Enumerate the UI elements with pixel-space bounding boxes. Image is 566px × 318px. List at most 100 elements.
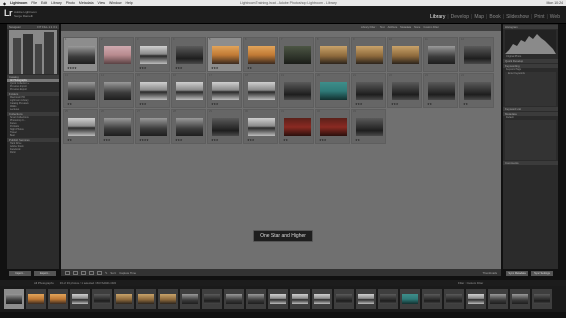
grid-thumbnail[interactable]: 16 bbox=[171, 73, 206, 108]
grid-thumbnail[interactable]: 23 ★★ bbox=[423, 73, 458, 108]
star-rating[interactable]: ★★★ bbox=[175, 66, 182, 70]
filmstrip-thumbnail[interactable] bbox=[136, 289, 156, 309]
filmstrip-thumbnail[interactable] bbox=[290, 289, 310, 309]
sync-metadata-button[interactable]: Sync Metadata bbox=[506, 271, 528, 276]
grid-thumbnail[interactable]: 26 ★★★ bbox=[99, 109, 134, 144]
star-rating[interactable]: ★★★★ bbox=[139, 138, 149, 142]
loupe-view-icon[interactable] bbox=[73, 270, 78, 275]
grid-thumbnail[interactable]: 15 ★★★ bbox=[135, 73, 170, 108]
filmstrip-thumbnail[interactable] bbox=[334, 289, 354, 309]
filmstrip-thumbnail[interactable] bbox=[92, 289, 112, 309]
star-rating[interactable]: ★★ bbox=[67, 102, 72, 106]
grid-thumbnail[interactable]: 13 ★★ bbox=[63, 73, 98, 108]
filmstrip-thumbnail[interactable] bbox=[246, 289, 266, 309]
menu-help[interactable]: Help bbox=[126, 1, 133, 5]
grid-thumbnail[interactable]: 7 bbox=[279, 37, 314, 72]
grid-thumbnail[interactable]: 28 ★★★ bbox=[171, 109, 206, 144]
module-print[interactable]: Print bbox=[534, 14, 544, 20]
survey-view-icon[interactable] bbox=[89, 270, 94, 275]
star-rating[interactable]: ★★★ bbox=[211, 102, 218, 106]
comments-header[interactable]: Comments bbox=[503, 161, 558, 165]
menu-lightroom[interactable]: Lightroom bbox=[10, 1, 27, 5]
module-slideshow[interactable]: Slideshow bbox=[506, 14, 529, 20]
grid-thumbnail[interactable]: 5 ★★★ bbox=[207, 37, 242, 72]
people-view-icon[interactable] bbox=[97, 270, 102, 275]
filmstrip-thumbnail[interactable] bbox=[510, 289, 530, 309]
grid-thumbnail[interactable]: 27 ★★★★ bbox=[135, 109, 170, 144]
filmstrip-thumbnail[interactable] bbox=[48, 289, 68, 309]
star-rating[interactable]: ★★★ bbox=[247, 138, 254, 142]
filmstrip-thumbnail[interactable] bbox=[114, 289, 134, 309]
filter-text[interactable]: Text bbox=[380, 26, 385, 29]
star-rating[interactable]: ★★★ bbox=[391, 102, 398, 106]
grid-thumbnail[interactable]: 17 ★★★ bbox=[207, 73, 242, 108]
custom-filter-dropdown[interactable]: Custom Filter bbox=[423, 26, 438, 29]
star-rating[interactable]: ★★ bbox=[67, 138, 72, 142]
menu-file[interactable]: File bbox=[31, 1, 37, 5]
menu-edit[interactable]: Edit bbox=[41, 1, 47, 5]
filmstrip-thumbnail[interactable] bbox=[378, 289, 398, 309]
filter-metadata[interactable]: Metadata bbox=[400, 26, 411, 29]
grid-thumbnail[interactable]: 11 bbox=[423, 37, 458, 72]
star-rating[interactable]: ★★★ bbox=[211, 66, 218, 70]
filmstrip-thumbnail[interactable] bbox=[466, 289, 486, 309]
sync-settings-button[interactable]: Sync Settings bbox=[531, 271, 553, 276]
grid-thumbnail[interactable]: 24 ★★ bbox=[459, 73, 494, 108]
star-rating[interactable]: ★★★★ bbox=[67, 66, 77, 70]
star-rating[interactable]: ★★★ bbox=[139, 66, 146, 70]
grid-thumbnail[interactable]: 12 bbox=[459, 37, 494, 72]
star-rating[interactable]: ★★ bbox=[427, 102, 432, 106]
filter-attribute[interactable]: Attribute bbox=[388, 26, 398, 29]
grid-thumbnail[interactable]: 32 ★★★ bbox=[315, 109, 350, 144]
filmstrip-thumbnail[interactable] bbox=[202, 289, 222, 309]
filmstrip-thumbnail[interactable] bbox=[158, 289, 178, 309]
menu-metadata[interactable]: Metadata bbox=[79, 1, 94, 5]
quick-develop-header[interactable]: Quick Develop bbox=[503, 59, 558, 63]
grid-thumbnail[interactable]: 9 bbox=[351, 37, 386, 72]
menu-photo[interactable]: Photo bbox=[66, 1, 75, 5]
module-book[interactable]: Book bbox=[489, 14, 500, 20]
navigator-preview[interactable] bbox=[9, 30, 57, 74]
filmstrip-thumbnail[interactable] bbox=[180, 289, 200, 309]
filmstrip-source[interactable]: All Photographs bbox=[34, 281, 54, 285]
star-rating[interactable]: ★★ bbox=[247, 66, 252, 70]
filmstrip-thumbnail[interactable] bbox=[268, 289, 288, 309]
grid-thumbnail[interactable]: 33 ★★ bbox=[351, 109, 386, 144]
grid-thumbnail[interactable]: 4 ★★★ bbox=[171, 37, 206, 72]
publish-row-flickr[interactable]: Flickr bbox=[7, 151, 59, 154]
grid-view-icon[interactable] bbox=[65, 270, 70, 275]
grid-thumbnail[interactable]: 8 bbox=[315, 37, 350, 72]
grid-thumbnail[interactable]: 19 bbox=[279, 73, 314, 108]
star-rating[interactable]: ★★★ bbox=[211, 138, 218, 142]
star-rating[interactable]: ★★★ bbox=[139, 102, 146, 106]
keyword-entry-box[interactable]: Enter Keywords bbox=[505, 72, 556, 106]
menu-window[interactable]: Window bbox=[109, 1, 121, 5]
star-rating[interactable]: ★★★ bbox=[355, 102, 362, 106]
painter-icon[interactable]: ✎ bbox=[105, 271, 107, 275]
grid-thumbnail[interactable]: 10 bbox=[387, 37, 422, 72]
grid-thumbnail[interactable]: 20 bbox=[315, 73, 350, 108]
grid-thumbnail[interactable]: 22 ★★★ bbox=[387, 73, 422, 108]
folder-row[interactable]: Lectures bbox=[7, 108, 59, 111]
grid-thumbnail[interactable]: 14 bbox=[99, 73, 134, 108]
metadata-preset[interactable]: Default bbox=[503, 116, 558, 119]
grid-thumbnail[interactable]: 18 bbox=[243, 73, 278, 108]
keyword-list-header[interactable]: Keyword List bbox=[503, 107, 558, 111]
export-button[interactable]: Export... bbox=[34, 271, 56, 276]
filmstrip-thumbnail[interactable] bbox=[532, 289, 552, 309]
apple-icon[interactable]: ◆ bbox=[3, 1, 6, 6]
filter-none[interactable]: None bbox=[414, 26, 420, 29]
compare-view-icon[interactable] bbox=[81, 270, 86, 275]
menu-library[interactable]: Library bbox=[51, 1, 62, 5]
filmstrip-thumbnail[interactable] bbox=[422, 289, 442, 309]
grid-thumbnail[interactable]: 31 ★★ bbox=[279, 109, 314, 144]
filmstrip-thumbnail[interactable] bbox=[4, 289, 24, 309]
catalog-item-previous-export[interactable]: Previous Export bbox=[7, 88, 59, 91]
grid-thumbnail[interactable]: 3 ★★★ bbox=[135, 37, 170, 72]
module-develop[interactable]: Develop bbox=[451, 14, 469, 20]
star-rating[interactable]: ★★★ bbox=[175, 138, 182, 142]
filmstrip-thumbnail[interactable] bbox=[312, 289, 332, 309]
star-rating[interactable]: ★★★ bbox=[103, 138, 110, 142]
grid-thumbnail[interactable]: 2 bbox=[99, 37, 134, 72]
import-button[interactable]: Import... bbox=[9, 271, 31, 276]
